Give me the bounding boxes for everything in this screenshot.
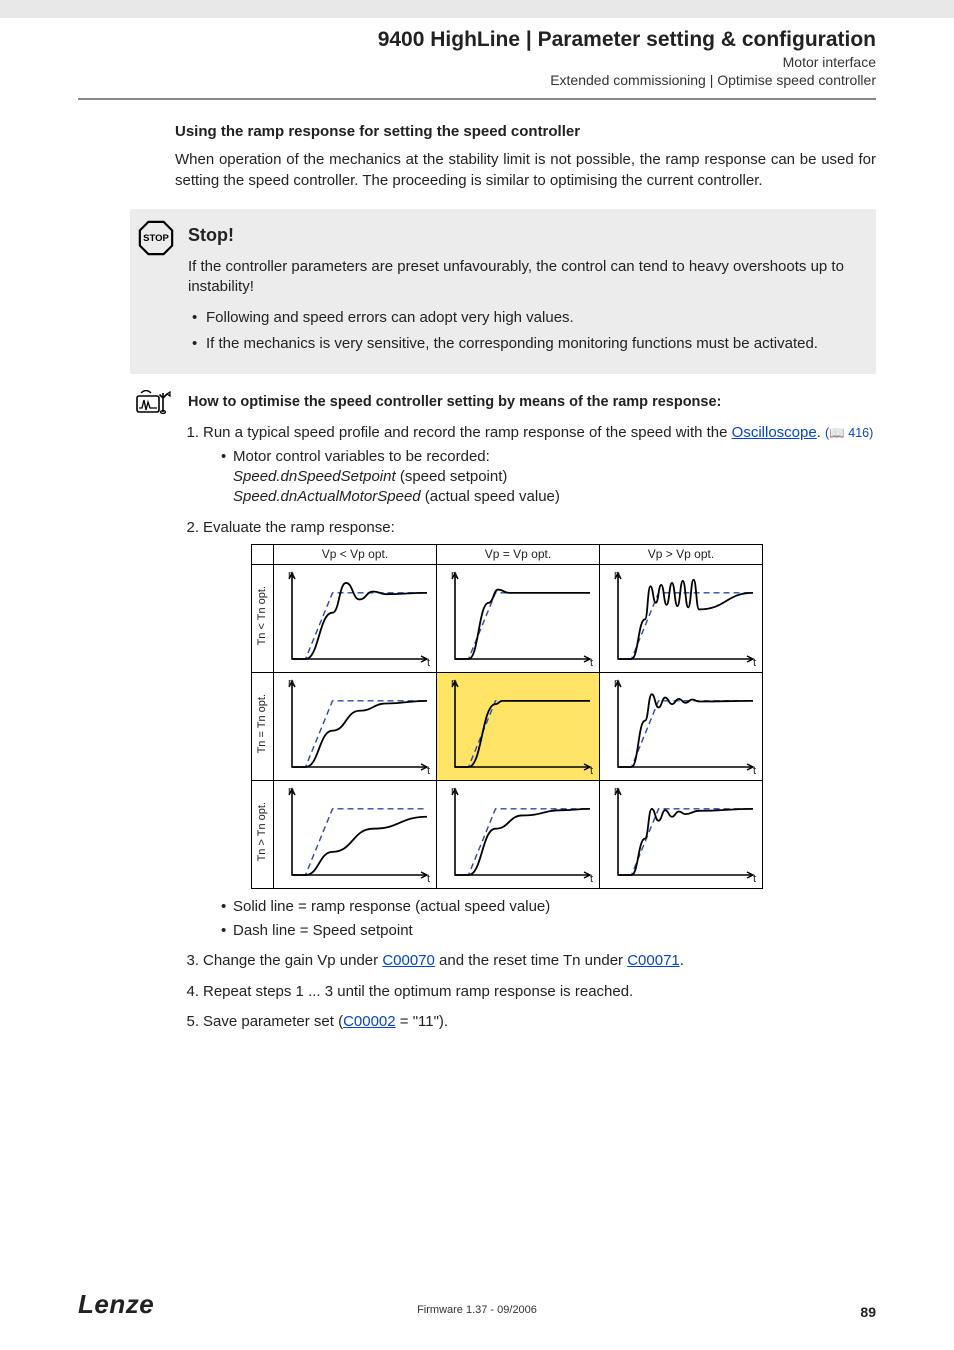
stop-icon: STOP: [134, 219, 178, 257]
sub-intro: Motor control variables to be recorded:: [233, 448, 490, 465]
chart-table: Vp < Vp opt. Vp = Vp opt. Vp > Vp opt. T…: [251, 544, 763, 889]
page: 9400 HighLine | Parameter setting & conf…: [0, 0, 954, 1350]
page-ref: (📖 416): [825, 426, 873, 440]
chart-legend: Solid line = ramp response (actual speed…: [203, 897, 876, 942]
stop-title: Stop!: [188, 223, 858, 247]
chart-cell-r3c2: nt: [437, 780, 600, 888]
section-heading: Using the ramp response for setting the …: [175, 122, 876, 142]
row-header-1-label: Tn < Tn opt.: [253, 580, 272, 651]
axis-t-label: t: [590, 872, 593, 887]
stop-callout: STOP Stop! If the controller parameters …: [130, 209, 876, 374]
step-2-text: Evaluate the ramp response:: [203, 519, 395, 536]
var-a: Speed.dnSpeedSetpoint: [233, 468, 396, 485]
step-2: Evaluate the ramp response: Vp < Vp opt.…: [203, 518, 876, 942]
step-1-text-post: .: [817, 424, 821, 441]
col-header-1: Vp < Vp opt.: [274, 544, 437, 564]
chart-cell-r1c1: nt: [274, 564, 437, 672]
step-3-mid: and the reset time Tn under: [435, 952, 627, 969]
step-5-pre: Save parameter set (: [203, 1013, 343, 1030]
stop-paragraph: If the controller parameters are preset …: [188, 257, 858, 298]
legend-dash: Dash line = Speed setpoint: [221, 921, 876, 941]
chart-cell-r2c2-optimum: nt: [437, 672, 600, 780]
steps-list: Run a typical speed profile and record t…: [175, 423, 876, 1033]
step-5-post: = "11").: [396, 1013, 448, 1030]
step-1-text-pre: Run a typical speed profile and record t…: [203, 424, 732, 441]
legend-solid: Solid line = ramp response (actual speed…: [221, 897, 876, 917]
footer-firmware: Firmware 1.37 - 09/2006: [417, 1304, 537, 1316]
top-strip: [0, 0, 954, 18]
oscilloscope-icon: [134, 390, 178, 416]
var-b: Speed.dnActualMotorSpeed: [233, 488, 421, 505]
stop-bullets: Following and speed errors can adopt ver…: [188, 308, 858, 355]
axis-n-label: n: [451, 568, 457, 583]
axis-n-label: n: [288, 568, 294, 583]
chart-cell-r3c1: nt: [274, 780, 437, 888]
doc-subtitle-1: Motor interface: [0, 54, 876, 70]
step-4: Repeat steps 1 ... 3 until the optimum r…: [203, 982, 876, 1002]
svg-text:STOP: STOP: [143, 233, 169, 244]
axis-n-label: n: [614, 676, 620, 691]
response-chart-grid: Vp < Vp opt. Vp = Vp opt. Vp > Vp opt. T…: [251, 544, 876, 889]
axis-t-label: t: [590, 764, 593, 779]
chart-cell-r1c3: nt: [600, 564, 763, 672]
content-area: Using the ramp response for setting the …: [0, 100, 954, 1032]
axis-n-label: n: [451, 784, 457, 799]
chart-cell-r3c3: nt: [600, 780, 763, 888]
axis-n-label: n: [288, 784, 294, 799]
step-1: Run a typical speed profile and record t…: [203, 423, 876, 508]
doc-title: 9400 HighLine | Parameter setting & conf…: [0, 28, 876, 52]
step-3-post: .: [680, 952, 684, 969]
col-header-2: Vp = Vp opt.: [437, 544, 600, 564]
axis-n-label: n: [451, 676, 457, 691]
howto-title: How to optimise the speed controller set…: [188, 394, 721, 410]
book-icon: 📖: [829, 426, 845, 440]
step-5: Save parameter set (C00002 = "11").: [203, 1012, 876, 1032]
col-header-3: Vp > Vp opt.: [600, 544, 763, 564]
stop-bullet: Following and speed errors can adopt ver…: [192, 308, 858, 328]
axis-t-label: t: [427, 872, 430, 887]
row-header-2-label: Tn = Tn opt.: [253, 688, 272, 759]
c00070-link[interactable]: C00070: [382, 952, 435, 969]
row-header-3-label: Tn > Tn opt.: [253, 796, 272, 867]
row-header-1: Tn < Tn opt.: [252, 564, 274, 672]
c00002-link[interactable]: C00002: [343, 1013, 396, 1030]
axis-t-label: t: [753, 872, 756, 887]
chart-cell-r2c3: nt: [600, 672, 763, 780]
axis-n-label: n: [614, 568, 620, 583]
var-b-desc: (actual speed value): [421, 488, 560, 505]
chart-cell-r2c1: nt: [274, 672, 437, 780]
axis-t-label: t: [753, 764, 756, 779]
step-1-sub-item: Motor control variables to be recorded: …: [221, 447, 876, 508]
chart-cell-r1c2: nt: [437, 564, 600, 672]
lenze-logo: Lenze: [78, 1289, 154, 1320]
row-header-3: Tn > Tn opt.: [252, 780, 274, 888]
step-4-text: Repeat steps 1 ... 3 until the optimum r…: [203, 983, 633, 1000]
axis-n-label: n: [288, 676, 294, 691]
ref-num: 416): [845, 426, 874, 440]
step-3: Change the gain Vp under C00070 and the …: [203, 951, 876, 971]
axis-t-label: t: [590, 656, 593, 671]
intro-paragraph: When operation of the mechanics at the s…: [175, 150, 876, 191]
axis-t-label: t: [753, 656, 756, 671]
oscilloscope-link[interactable]: Oscilloscope: [732, 424, 817, 441]
doc-subtitle-2: Extended commissioning | Optimise speed …: [0, 72, 876, 88]
axis-t-label: t: [427, 764, 430, 779]
footer-page-number: 89: [860, 1304, 876, 1320]
howto-row: How to optimise the speed controller set…: [130, 392, 876, 413]
var-a-desc: (speed setpoint): [396, 468, 508, 485]
stop-bullet: If the mechanics is very sensitive, the …: [192, 334, 858, 354]
c00071-link[interactable]: C00071: [627, 952, 680, 969]
corner-cell: [252, 544, 274, 564]
step-1-sub: Motor control variables to be recorded: …: [203, 447, 876, 508]
row-header-2: Tn = Tn opt.: [252, 672, 274, 780]
page-header: 9400 HighLine | Parameter setting & conf…: [0, 18, 954, 88]
page-footer: Lenze Firmware 1.37 - 09/2006 89: [78, 1289, 876, 1320]
step-3-pre: Change the gain Vp under: [203, 952, 382, 969]
axis-t-label: t: [427, 656, 430, 671]
axis-n-label: n: [614, 784, 620, 799]
